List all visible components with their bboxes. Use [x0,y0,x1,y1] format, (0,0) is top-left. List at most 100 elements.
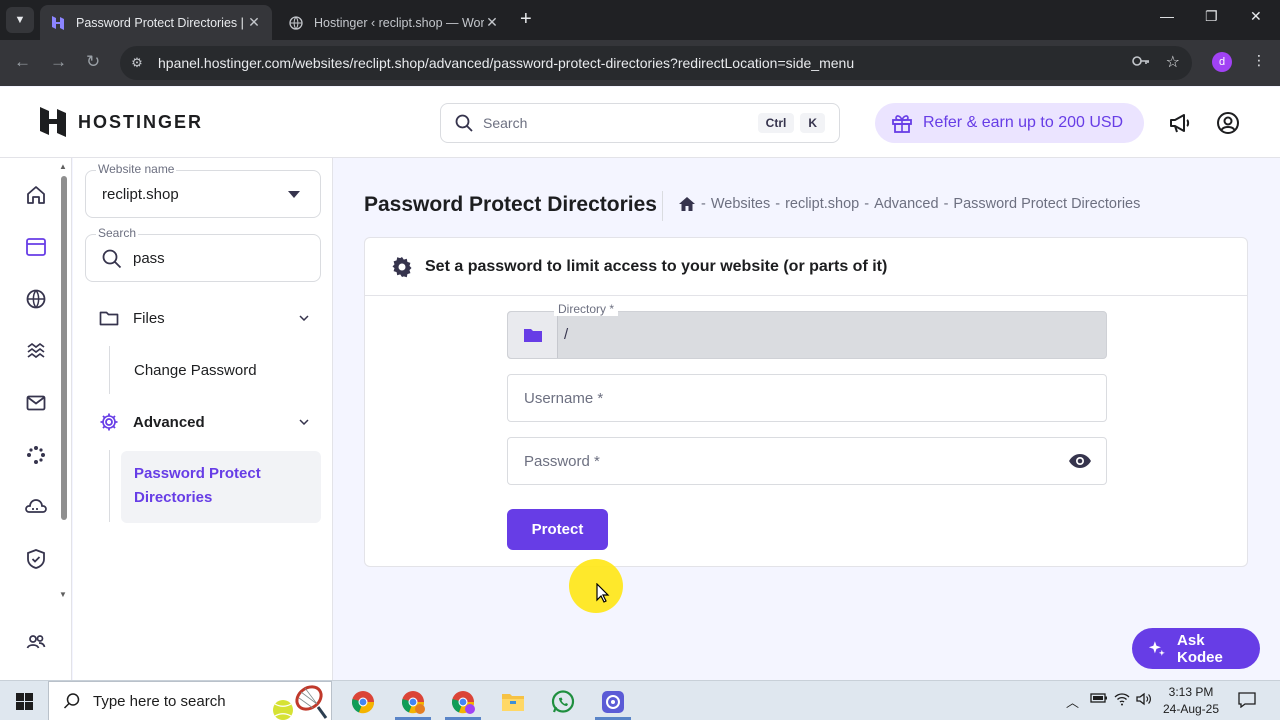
notifications-icon[interactable] [1238,692,1256,711]
username-input[interactable] [508,375,1106,421]
chrome-taskbar-icon[interactable] [350,689,376,715]
home-icon[interactable] [678,196,696,212]
password-field[interactable] [507,437,1107,485]
breadcrumb-separator: - [864,196,870,212]
breadcrumb-current: Password Protect Directories [953,196,1141,212]
mouse-cursor-icon [596,583,610,603]
close-tab-icon[interactable]: ✕ [484,14,500,31]
scroll-down-arrow[interactable]: ▼ [59,590,67,599]
rail-scrollbar[interactable] [61,176,67,520]
browser-tab-strip: ▼ Password Protect Directories | Hosting… [0,0,1280,40]
tab-hostinger-hpanel[interactable]: Password Protect Directories | Hostinger… [40,5,272,40]
close-tab-icon[interactable]: ✕ [246,14,262,31]
websites-icon[interactable] [24,235,48,259]
windows-start-icon[interactable] [16,693,33,710]
bookmark-star-icon[interactable]: ☆ [1166,52,1180,72]
icon-rail: ▲ ▼ [0,158,72,680]
wifi-icon[interactable] [1114,692,1130,709]
new-tab-icon[interactable]: + [520,8,532,31]
chevron-down-icon [299,419,309,425]
search-placeholder: Search [483,115,528,131]
ask-kodee-button[interactable]: Ask Kodee [1132,628,1260,669]
users-icon[interactable] [24,630,48,654]
minimize-icon[interactable]: — [1160,8,1174,24]
breadcrumb-separator: - [775,196,781,212]
tab-wordpress[interactable]: Hostinger ‹ reclipt.shop — WordPress ✕ [278,5,510,40]
refer-earn-button[interactable]: Refer & earn up to 200 USD [875,103,1144,143]
website-select-label: Website name [96,162,177,176]
sidebar-item-files[interactable]: Files [99,306,309,330]
megaphone-icon[interactable] [1168,111,1192,140]
account-icon[interactable] [1216,111,1240,140]
protect-card: Set a password to limit access to your w… [364,237,1248,567]
sidebar-item-advanced[interactable]: Advanced [99,410,309,434]
email-icon[interactable] [24,391,48,415]
restore-icon[interactable]: ❐ [1205,8,1218,25]
breadcrumb-separator: - [701,196,706,212]
search-icon [455,114,473,132]
chrome-profile-d-icon[interactable] [450,689,476,715]
tab-title: Password Protect Directories | Hostinger [76,15,246,30]
url-text: hpanel.hostinger.com/websites/reclipt.sh… [158,55,855,71]
file-explorer-icon[interactable] [500,689,526,715]
caret-down-icon [288,191,300,198]
taskbar-clock[interactable]: 3:13 PM 24-Aug-25 [1162,684,1220,718]
kodee-sparkle-icon [1148,640,1165,656]
back-icon[interactable]: ← [14,52,31,72]
screen-recorder-icon[interactable] [600,689,626,715]
hostinger-logo[interactable]: HOSTINGER [40,107,203,137]
sidebar-item-password-protect[interactable]: Password Protect Directories [121,451,321,523]
password-input[interactable] [508,438,1106,484]
taskbar-search-placeholder: Type here to search [93,692,226,710]
marketing-icon[interactable] [24,443,48,467]
clock-date: 24-Aug-25 [1162,702,1220,716]
username-field[interactable] [507,374,1107,422]
scroll-up-arrow[interactable]: ▲ [59,162,67,171]
website-select[interactable]: Website name reclipt.shop [85,162,321,218]
profile-avatar[interactable]: d [1212,52,1232,72]
window-close-icon[interactable]: ✕ [1250,8,1262,25]
horizons-icon[interactable] [24,339,48,363]
domains-globe-icon[interactable] [24,287,48,311]
tab-search-button[interactable]: ▼ [6,7,34,33]
folder-icon[interactable] [508,312,558,358]
directory-value: / [564,326,569,343]
forward-icon[interactable]: → [50,52,67,72]
eye-icon[interactable] [1068,452,1092,470]
shortcut-ctrl-key: Ctrl [757,113,795,133]
battery-icon[interactable] [1090,692,1108,707]
ask-kodee-label: Ask Kodee [1177,631,1223,666]
home-icon[interactable] [24,183,48,207]
browser-menu-icon[interactable]: ⋮ [1252,52,1266,69]
sidebar-item-change-password[interactable]: Change Password [134,362,257,379]
tab-title: Hostinger ‹ reclipt.shop — WordPress [314,15,484,30]
shortcut-k-key: K [800,113,825,133]
breadcrumb-site[interactable]: reclipt.shop [785,196,859,212]
gear-icon [392,256,412,277]
protect-button[interactable]: Protect [507,509,608,550]
website-select-value: reclipt.shop [102,186,179,203]
sidebar: Website name reclipt.shop Search pass Fi… [73,158,333,680]
address-bar-row: ← → ↻ ⚙ hpanel.hostinger.com/websites/re… [0,40,1280,86]
breadcrumb-websites[interactable]: Websites [711,196,770,212]
breadcrumb-advanced[interactable]: Advanced [874,196,939,212]
directory-label: Directory * [554,302,619,316]
whatsapp-icon[interactable] [550,689,576,715]
card-title: Set a password to limit access to your w… [425,257,888,275]
vps-server-icon[interactable] [24,495,48,519]
password-key-icon[interactable] [1132,54,1150,70]
security-shield-icon[interactable] [24,547,48,571]
volume-icon[interactable] [1136,692,1152,709]
url-omnibox[interactable]: ⚙ hpanel.hostinger.com/websites/reclipt.… [120,46,1192,80]
tray-overflow-icon[interactable]: ︿ [1066,692,1079,711]
taskbar-search[interactable]: Type here to search [48,681,332,720]
site-info-icon[interactable]: ⚙ [120,55,154,71]
submenu-line [109,346,110,394]
sidebar-search-input[interactable]: Search pass [85,226,321,282]
search-icon [63,693,80,709]
directory-field[interactable]: Directory * / [507,302,1107,359]
reload-icon[interactable]: ↻ [86,52,100,72]
chrome-profile-n-icon[interactable] [400,689,426,715]
global-search[interactable]: Search Ctrl K [440,103,840,143]
app-header: HOSTINGER Search Ctrl K Refer & earn up … [0,87,1280,158]
